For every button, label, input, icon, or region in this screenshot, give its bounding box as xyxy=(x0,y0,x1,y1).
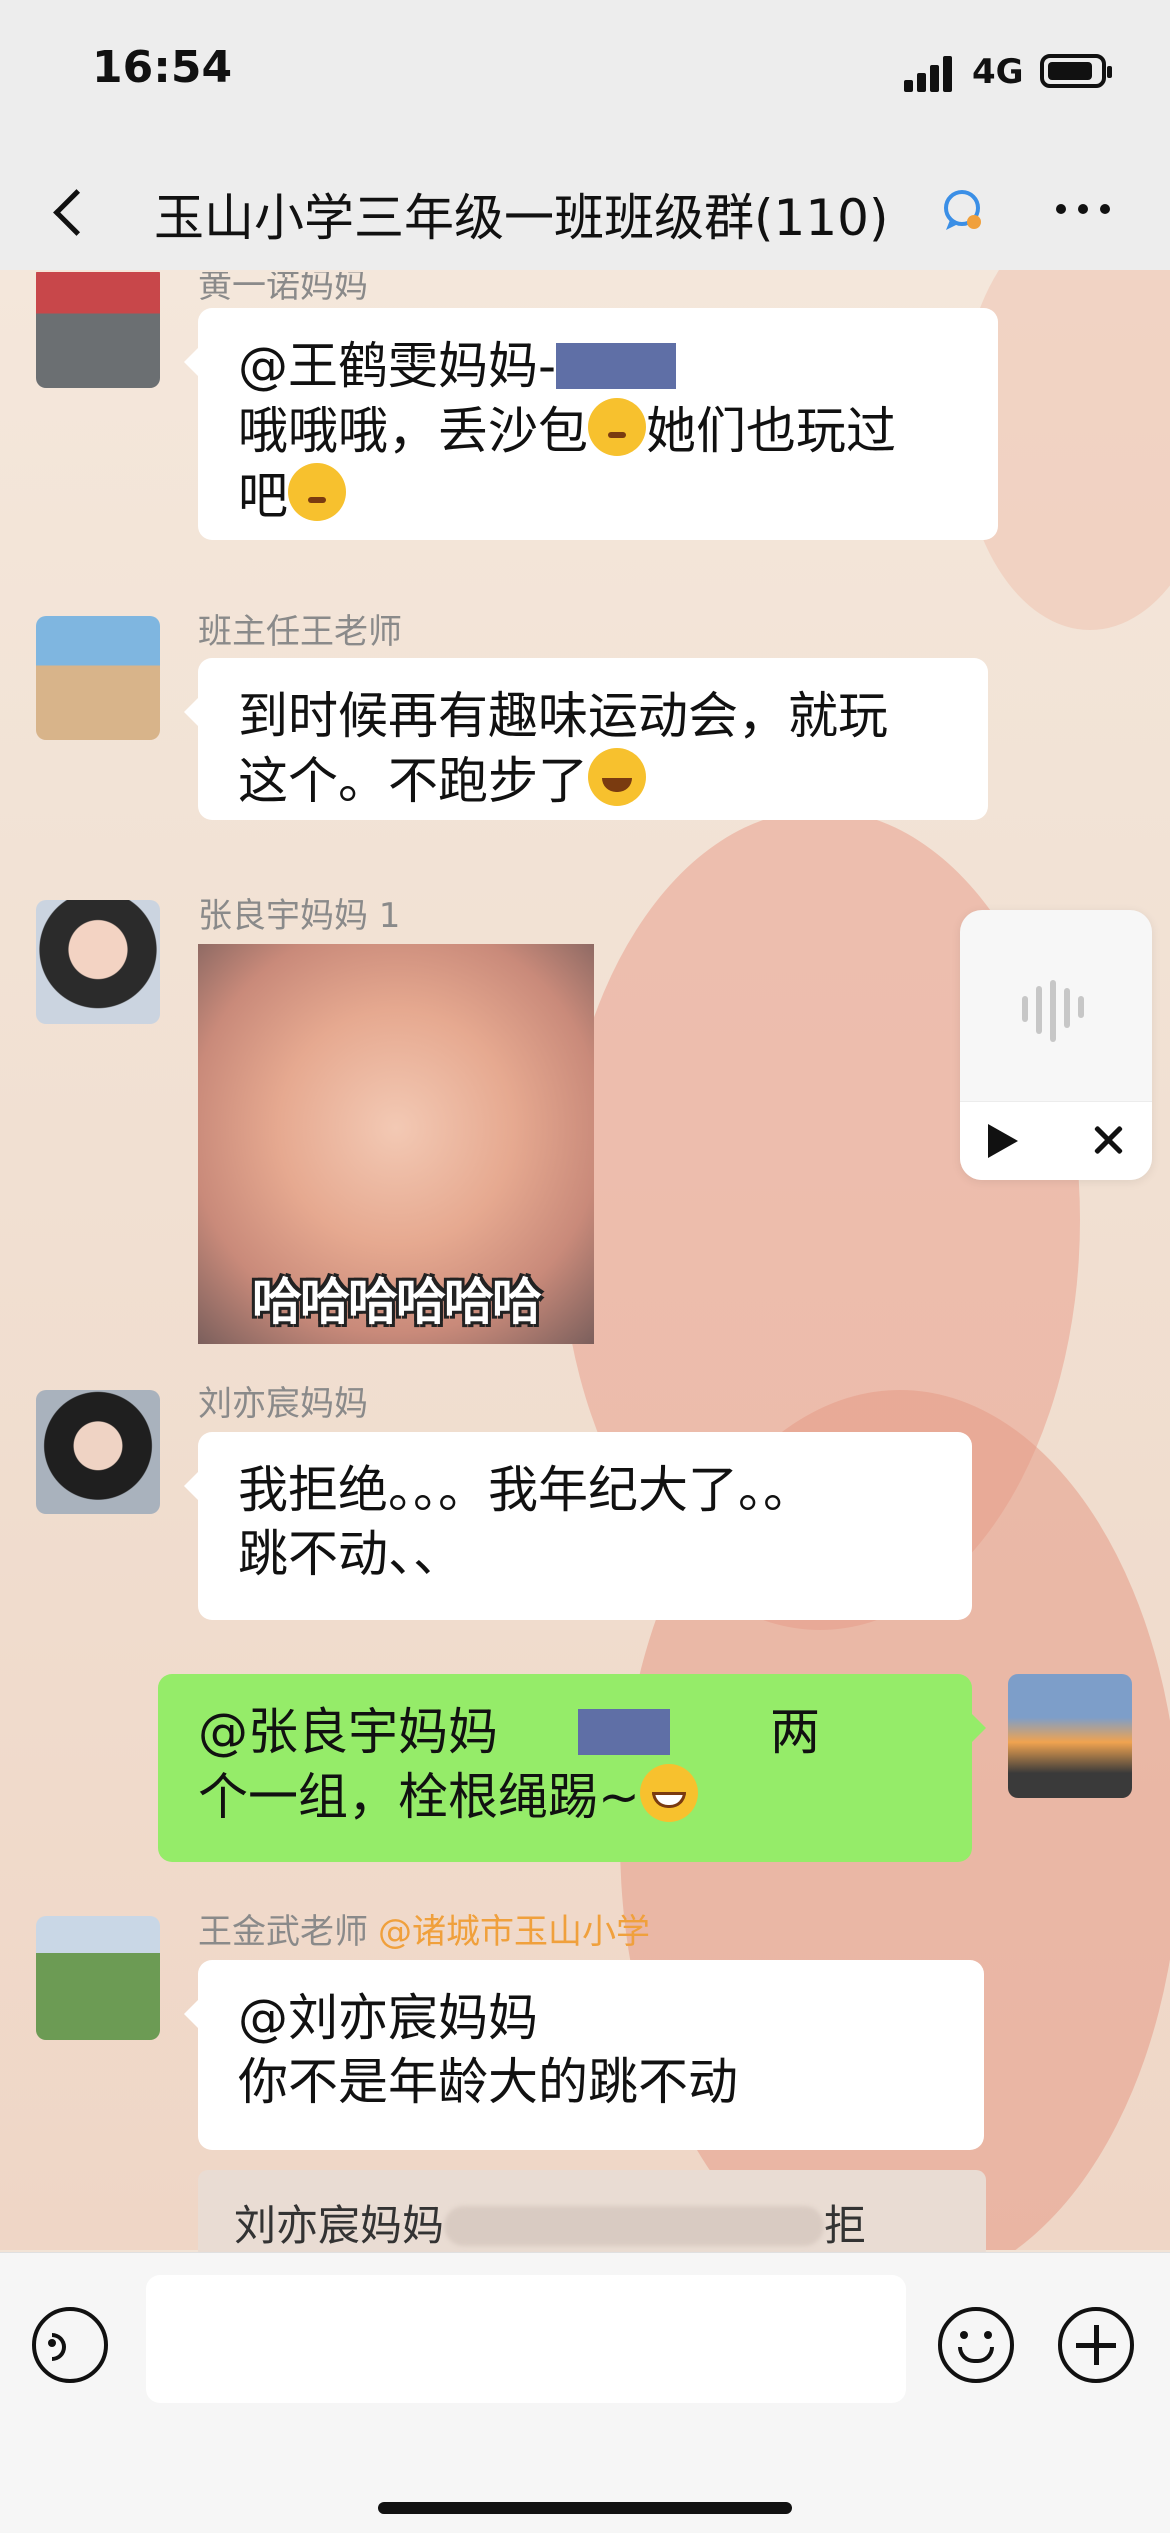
close-icon[interactable] xyxy=(1090,1122,1126,1158)
chat-header: 玉山小学三年级一班班级群(110) xyxy=(0,150,1170,273)
message-text: 到时候再有趣味运动会，就玩 xyxy=(238,687,888,745)
battery-icon xyxy=(1040,54,1112,88)
signal-icon xyxy=(904,56,956,92)
message-text: 两 xyxy=(770,1703,820,1761)
avatar[interactable] xyxy=(36,1390,160,1514)
message-bubble[interactable]: 到时候再有趣味运动会，就玩 这个。不跑步了 xyxy=(184,658,988,820)
quote-text: 拒 xyxy=(824,2201,867,2250)
message-bubble[interactable]: @王鹤雯妈妈- 哦哦哦，丢沙包 她们也玩过 吧 xyxy=(184,308,998,540)
chevron-left-icon[interactable] xyxy=(44,182,96,242)
message-text: 这个。不跑步了 xyxy=(238,752,588,810)
message-text: 跳不动、、 xyxy=(238,1525,463,1583)
message-input[interactable] xyxy=(146,2275,906,2403)
sender-org: @诸城市玉山小学 xyxy=(378,1912,650,1952)
play-icon[interactable] xyxy=(988,1124,1018,1158)
message-bubble[interactable]: @刘亦宸妈妈 你不是年龄大的跳不动 xyxy=(184,1960,984,2150)
message-text: 她们也玩过 xyxy=(646,402,896,460)
group-chat-icon xyxy=(944,190,981,230)
sticker-caption: 哈哈哈哈哈哈 xyxy=(252,1273,542,1331)
redacted-block xyxy=(578,1709,670,1755)
message-text: 哦哦哦，丢沙包 xyxy=(238,402,588,460)
network-type: 4G xyxy=(972,52,1024,92)
emoji-icon[interactable] xyxy=(938,2307,1014,2383)
sender-name: 班主任王老师 xyxy=(198,612,402,652)
message-text: @刘亦宸妈妈 xyxy=(238,1989,538,2047)
my-avatar[interactable] xyxy=(1008,1674,1132,1798)
thinking-emoji-icon xyxy=(288,463,346,521)
floating-voice-widget[interactable] xyxy=(960,910,1152,1180)
quoted-message[interactable]: 刘亦宸妈妈 拒 xyxy=(198,2170,986,2252)
message-text: 你不是年龄大的跳不动 xyxy=(238,2053,738,2111)
avatar[interactable] xyxy=(36,900,160,1024)
sender-name: 张良宇妈妈 1 xyxy=(198,896,401,936)
message-bubble[interactable]: 我拒绝。。。我年纪大了。。 跳不动、、 xyxy=(184,1432,972,1620)
message-list[interactable]: 黄一诺妈妈 @王鹤雯妈妈- 哦哦哦，丢沙包 她们也玩过 吧 班主任王老师 到时候再… xyxy=(0,272,1170,2252)
redacted-block xyxy=(444,2206,825,2246)
message-text: 我拒绝。。。我年纪大了。。 xyxy=(238,1461,813,1519)
status-bar: 16:54 4G xyxy=(0,0,1170,150)
sticker-image[interactable]: 哈哈哈哈哈哈 xyxy=(198,944,594,1344)
more-dots-icon[interactable] xyxy=(1054,194,1114,224)
plus-icon[interactable] xyxy=(1058,2307,1134,2383)
sender-name: 刘亦宸妈妈 xyxy=(198,1384,368,1424)
sender-name: 王金武老师 @诸城市玉山小学 xyxy=(198,1904,650,1953)
message-text: 个一组，栓根绳踢~ xyxy=(198,1768,640,1826)
quote-text: 刘亦宸妈妈 xyxy=(234,2201,445,2250)
avatar[interactable] xyxy=(36,272,160,388)
input-bar xyxy=(0,2252,1170,2533)
status-time: 16:54 xyxy=(92,42,233,93)
laughing-emoji-icon xyxy=(588,748,646,806)
voice-input-icon[interactable] xyxy=(32,2307,108,2383)
chat-title[interactable]: 玉山小学三年级一班班级群(110) xyxy=(154,178,888,250)
message-text: @王鹤雯妈妈- xyxy=(238,337,557,395)
sender-name-text: 王金武老师 xyxy=(198,1912,368,1952)
my-message-bubble[interactable]: @张良宇妈妈 两 个一组，栓根绳踢~ xyxy=(158,1674,986,1862)
home-indicator xyxy=(378,2502,792,2514)
avatar[interactable] xyxy=(36,1916,160,2040)
waveform-icon xyxy=(1022,972,1090,1042)
avatar[interactable] xyxy=(36,616,160,740)
thinking-emoji-icon xyxy=(588,398,646,456)
grinning-emoji-icon xyxy=(639,1764,698,1822)
message-text: 吧 xyxy=(238,467,288,525)
redacted-block xyxy=(556,343,677,389)
message-text: @张良宇妈妈 xyxy=(198,1703,498,1761)
sender-name: 黄一诺妈妈 xyxy=(198,272,368,306)
voice-controls xyxy=(960,1101,1152,1180)
